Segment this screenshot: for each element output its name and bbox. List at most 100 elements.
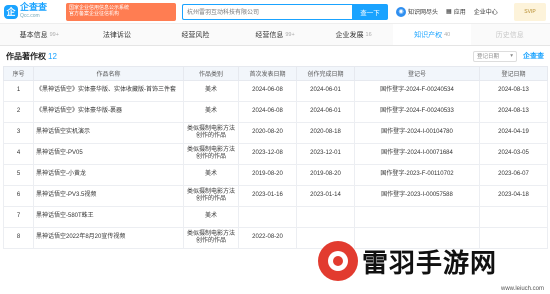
cell-index: 4 <box>3 143 34 165</box>
cell-name[interactable]: 黑神话悟空-580T蛛王 <box>33 206 184 228</box>
section-title: 作品著作权 <box>6 51 46 61</box>
cell-first-published: 2024-06-08 <box>238 80 297 102</box>
cell-category: 美术 <box>183 101 239 123</box>
apps-icon: ▦ <box>446 9 452 15</box>
date-filter-select[interactable]: 登记日期 ▾ <box>473 50 517 62</box>
top-link-enterprise-label: 企业中心 <box>473 10 498 16</box>
tab-label: 经营风险 <box>181 31 210 39</box>
vip-badge[interactable]: SVIP <box>514 2 546 21</box>
cell-first-published <box>238 206 297 228</box>
tab-operation[interactable]: 经营信息 99+ <box>236 24 315 45</box>
table-row: 5 黑神话悟空-小黄龙 美术 2019-08-20 2019-08-20 国作登… <box>3 164 548 186</box>
company-nav-tabs: 基本信息 99+ 法律诉讼 经营风险 经营信息 99+ 企业发展 16 知识产权 40 … <box>0 24 550 46</box>
cell-name[interactable]: 黑神话悟空实机演示 <box>33 122 184 144</box>
cell-name[interactable]: 黑神话悟空-PV05 <box>33 143 184 165</box>
table-row: 2 《黑神话悟空》实体豪华版-裹器 美术 2024-06-08 2024-06-… <box>3 101 548 123</box>
table-row: 3 黑神话悟空实机演示 类似摄制电影方法创作的作品 2020-08-20 202… <box>3 122 548 144</box>
search-input[interactable]: 杭州雷羽互动科技有限公司 <box>182 3 352 20</box>
table-row: 4 黑神话悟空-PV05 类似摄制电影方法创作的作品 2023-12-08 20… <box>3 143 548 165</box>
cell-index: 1 <box>3 80 34 102</box>
cell-category: 美术 <box>183 80 239 102</box>
promo-banner[interactable]: 国家企业信用信息公示系统 官方备案企业征信机构 <box>66 2 176 21</box>
cell-name[interactable]: 黑神话悟空-小黄龙 <box>33 164 184 186</box>
tab-label: 历史信息 <box>495 31 524 39</box>
cell-completed: 2023-12-01 <box>296 143 355 165</box>
cell-category: 类似摄制电影方法创作的作品 <box>183 227 239 249</box>
cell-reg-no: 国作登字-2023-F-00110702 <box>354 164 480 186</box>
section-count: 12 <box>48 51 57 61</box>
top-link-knowledge[interactable]: ◉ 知识网尽头 <box>396 6 439 17</box>
cell-reg-date: 2024-08-13 <box>479 101 548 123</box>
cell-reg-no <box>354 206 480 228</box>
tab-legal[interactable]: 法律诉讼 <box>79 24 158 45</box>
cell-completed <box>296 206 355 228</box>
top-link-apps[interactable]: ▦ 应用 <box>446 7 466 16</box>
table-row: 1 《黑神话悟空》实体豪华版、实体收藏版-首饰三件套 美术 2024-06-08… <box>3 80 548 102</box>
cell-completed: 2020-08-18 <box>296 122 355 144</box>
cell-reg-date: 2024-03-05 <box>479 143 548 165</box>
cell-index: 2 <box>3 101 34 123</box>
tab-history[interactable]: 历史信息 <box>471 24 550 45</box>
cell-index: 8 <box>3 227 34 249</box>
cell-index: 6 <box>3 185 34 207</box>
promo-line2: 官方备案企业征信机构 <box>69 11 120 17</box>
watermark-text: 雷羽手游网 <box>362 248 498 279</box>
tab-count: 99+ <box>49 31 59 38</box>
cell-reg-no: 国作登字-2024-I-00071684 <box>354 143 480 165</box>
cell-reg-date: 2023-06-07 <box>479 164 548 186</box>
cell-reg-no: 国作登字-2024-F-00240534 <box>354 80 480 102</box>
col-first-published: 首次发表日期 <box>238 66 297 81</box>
cell-reg-no: 国作登字-2024-F-00240533 <box>354 101 480 123</box>
cell-category: 类似摄制电影方法创作的作品 <box>183 185 239 207</box>
logo-text: 企查查 <box>20 1 48 12</box>
copyright-table: 序号 作品名称 作品类别 首次发表日期 创作完成日期 登记号 登记日期 1 《黑… <box>3 66 548 249</box>
cell-category: 类似摄制电影方法创作的作品 <box>183 122 239 144</box>
col-category: 作品类别 <box>183 66 239 81</box>
tab-label: 经营信息 <box>255 31 284 39</box>
tab-risk[interactable]: 经营风险 <box>157 24 236 45</box>
top-bar: 企 企查查 Qcc.com 国家企业信用信息公示系统 官方备案企业征信机构 杭州… <box>0 0 550 24</box>
cell-first-published: 2023-12-08 <box>238 143 297 165</box>
knowledge-icon: ◉ <box>396 6 406 17</box>
cell-reg-date: 2024-04-19 <box>479 122 548 144</box>
tab-development[interactable]: 企业发展 16 <box>314 24 393 45</box>
date-filter-label: 登记日期 <box>477 54 500 60</box>
cell-first-published: 2023-01-16 <box>238 185 297 207</box>
site-logo[interactable]: 企 企查查 Qcc.com <box>4 1 62 21</box>
cell-reg-no: 国作登字-2023-I-00057588 <box>354 185 480 207</box>
top-link-enterprise[interactable]: 企业中心 <box>474 7 498 16</box>
logo-sub: Qcc.com <box>20 12 40 19</box>
watermark-logo-icon <box>318 241 358 281</box>
col-index: 序号 <box>3 66 34 81</box>
cell-name[interactable]: 黑神话悟空-PV3.5视频 <box>33 185 184 207</box>
tab-label: 知识产权 <box>414 31 443 39</box>
cell-name[interactable]: 黑神话悟空2022年8月20宣传视频 <box>33 227 184 249</box>
cell-reg-date: 2023-04-18 <box>479 185 548 207</box>
cell-category: 类似摄制电影方法创作的作品 <box>183 143 239 165</box>
watermark-url: www.leiuch.com <box>500 286 544 292</box>
cell-completed: 2023-01-14 <box>296 185 355 207</box>
cell-completed: 2019-08-20 <box>296 164 355 186</box>
tab-count: 99+ <box>285 31 295 38</box>
cell-first-published: 2020-08-20 <box>238 122 297 144</box>
cell-completed: 2024-06-01 <box>296 101 355 123</box>
cell-name[interactable]: 《黑神话悟空》实体豪华版、实体收藏版-首饰三件套 <box>33 80 184 102</box>
watermark: 雷羽手游网 www.leiuch.com <box>318 228 548 294</box>
table-row: 6 黑神话悟空-PV3.5视频 类似摄制电影方法创作的作品 2023-01-16… <box>3 185 548 207</box>
logo-mark: 企 <box>4 4 18 19</box>
search-button[interactable]: 查一下 <box>352 3 388 20</box>
cell-name[interactable]: 《黑神话悟空》实体豪华版-裹器 <box>33 101 184 123</box>
cell-index: 7 <box>3 206 34 228</box>
col-completed: 创作完成日期 <box>296 66 355 81</box>
brand-mark: 企查查 <box>523 53 544 60</box>
tab-count: 40 <box>444 31 451 38</box>
col-reg-no: 登记号 <box>354 66 480 81</box>
col-name: 作品名称 <box>33 66 184 81</box>
top-link-knowledge-label: 知识网尽头 <box>408 10 439 16</box>
cell-completed: 2024-06-01 <box>296 80 355 102</box>
tab-basic-info[interactable]: 基本信息 99+ <box>0 24 79 45</box>
tab-label: 基本信息 <box>19 31 48 39</box>
cell-reg-date: 2024-08-13 <box>479 80 548 102</box>
tab-ip[interactable]: 知识产权 40 <box>392 24 472 45</box>
table-row: 7 黑神话悟空-580T蛛王 美术 <box>3 206 548 228</box>
